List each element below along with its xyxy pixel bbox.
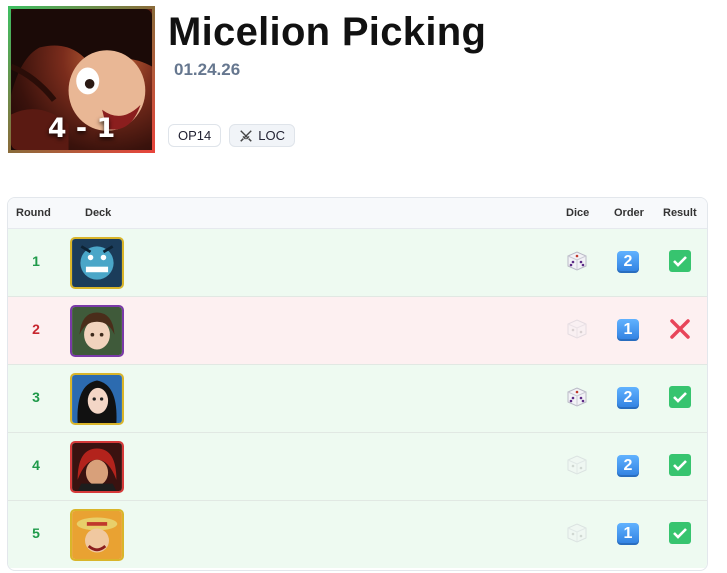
- round-number: 4: [32, 457, 40, 473]
- order-badge: 2: [617, 387, 639, 409]
- match-date: 01.24.26: [174, 60, 241, 79]
- table-row[interactable]: 3 2: [8, 365, 707, 433]
- set-tag-label: OP14: [178, 128, 212, 143]
- straw-hat-leader-icon: [70, 509, 124, 561]
- brown-hair-girl-leader-icon: [70, 305, 124, 357]
- format-tag-label: LOC: [258, 128, 285, 143]
- check-icon: [669, 522, 691, 544]
- red-hair-man-leader-icon: [70, 441, 124, 493]
- col-order: Order: [614, 207, 644, 219]
- table-header: Round Deck Dice Order Result: [8, 198, 707, 229]
- match-header: 4 - 1 Micelion Picking 01.24.26 OP14 LOC: [0, 0, 727, 170]
- tag-list: OP14 LOC: [168, 124, 295, 147]
- order-badge: 2: [617, 251, 639, 273]
- col-round: Round: [16, 207, 51, 219]
- col-dice: Dice: [566, 207, 590, 219]
- set-tag: OP14: [168, 124, 222, 147]
- dice-lost-icon: [567, 523, 587, 543]
- table-row[interactable]: 2 1: [8, 297, 707, 365]
- dice-won-icon: [567, 387, 587, 407]
- dice-lost-icon: [567, 455, 587, 475]
- order-badge: 1: [617, 319, 639, 341]
- check-icon: [669, 386, 691, 408]
- black-hair-woman-leader-icon: [70, 373, 124, 425]
- round-number: 1: [32, 253, 40, 269]
- dice-won-icon: [567, 251, 587, 271]
- match-score: 4 - 1: [47, 113, 116, 144]
- check-icon: [669, 454, 691, 476]
- table-row[interactable]: 5 1: [8, 501, 707, 568]
- crossed-swords-icon: [240, 129, 253, 142]
- round-number: 2: [32, 321, 40, 337]
- cross-icon: [670, 319, 690, 339]
- match-table: Round Deck Dice Order Result 1 2 2 1 3 2…: [7, 197, 708, 571]
- format-tag: LOC: [229, 124, 295, 147]
- check-icon: [669, 250, 691, 272]
- blue-monster-leader-icon: [70, 237, 124, 289]
- col-result: Result: [663, 207, 697, 219]
- round-number: 3: [32, 389, 40, 405]
- table-row[interactable]: 4 2: [8, 433, 707, 501]
- table-row[interactable]: 1 2: [8, 229, 707, 297]
- dice-lost-icon: [567, 319, 587, 339]
- leader-avatar: 4 - 1: [8, 6, 155, 153]
- order-badge: 1: [617, 523, 639, 545]
- round-number: 5: [32, 525, 40, 541]
- col-deck: Deck: [85, 207, 112, 219]
- page-title: Micelion Picking: [168, 10, 487, 54]
- order-badge: 2: [617, 455, 639, 477]
